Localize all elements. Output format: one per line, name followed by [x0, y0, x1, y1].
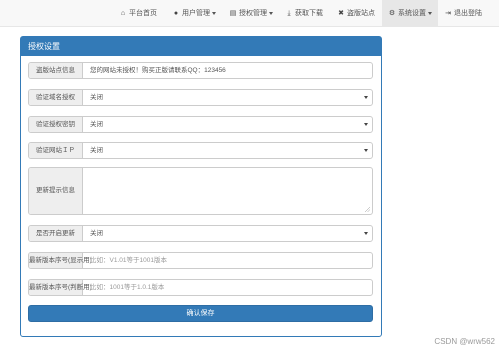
auth-key-group: 验证授权密钥 关闭: [28, 116, 373, 133]
confirm-save-button[interactable]: 确认保存: [28, 305, 373, 322]
gear-icon: ⚙: [388, 10, 396, 17]
nav-piracy-label: 盗版站点: [347, 10, 375, 17]
top-navbar: ⌂ 平台首页 ● 用户管理 ▤ 授权管理 ⤓ 获取下载 ✖ 盗版站点 ⚙ 系统设置 ⇥ 退出登…: [0, 0, 499, 27]
panel-title: 授权设置: [21, 37, 381, 56]
chevron-down-icon: [428, 11, 432, 15]
resize-handle-icon[interactable]: [365, 207, 370, 212]
version-check-input[interactable]: 比如：1001等于1.0.1版本: [83, 280, 372, 295]
nav-settings-label: 系统设置: [398, 10, 426, 17]
nav-license-label: 授权管理: [239, 10, 267, 17]
domain-auth-select[interactable]: 关闭: [83, 90, 372, 105]
chevron-down-icon: [364, 232, 368, 235]
nav-home[interactable]: ⌂ 平台首页: [119, 0, 165, 27]
nav-home-label: 平台首页: [129, 10, 157, 17]
site-ip-select[interactable]: 关闭: [83, 143, 372, 158]
chevron-down-icon: [364, 123, 368, 126]
piracy-info-group: 盗版站点信息 您的网站未授权！购买正版请联系QQ：123456: [28, 62, 373, 79]
version-display-label: 最新版本序号(显示用): [29, 253, 92, 268]
domain-auth-label: 验证域名授权: [29, 90, 83, 105]
chevron-down-icon: [364, 96, 368, 99]
nav-download[interactable]: ⤓ 获取下载: [285, 0, 329, 27]
nav-logout[interactable]: ⇥ 退出登陆: [444, 0, 496, 27]
nav-logout-label: 退出登陆: [454, 10, 482, 17]
logout-icon: ⇥: [445, 10, 451, 17]
site-ip-label: 验证网站ＩＰ: [29, 143, 83, 158]
watermark: CSDN @wrw562: [434, 337, 495, 346]
nav-download-label: 获取下载: [295, 10, 323, 17]
nav-user-label: 用户管理: [182, 10, 210, 17]
site-ip-group: 验证网站ＩＰ 关闭: [28, 142, 373, 159]
list-icon: ▤: [229, 10, 237, 17]
piracy-info-label: 盗版站点信息: [29, 63, 83, 78]
home-icon: ⌂: [120, 10, 126, 17]
auth-key-label: 验证授权密钥: [29, 117, 83, 132]
close-icon: ✖: [338, 10, 344, 17]
chevron-down-icon: [269, 11, 273, 15]
nav-system-settings[interactable]: ⚙ 系统设置: [382, 0, 438, 27]
auth-key-select[interactable]: 关闭: [83, 117, 372, 132]
version-display-group: 最新版本序号(显示用) 比如：V1.01等于1001版本: [28, 252, 373, 269]
nav-license-management[interactable]: ▤ 授权管理: [229, 0, 279, 27]
nav-piracy-sites[interactable]: ✖ 盗版站点: [337, 0, 379, 27]
piracy-info-input[interactable]: 您的网站未授权！购买正版请联系QQ：123456: [83, 63, 372, 78]
version-check-group: 最新版本序号(判断用) 比如：1001等于1.0.1版本: [28, 279, 373, 296]
update-message-group: 更新提示信息: [28, 167, 373, 215]
version-display-input[interactable]: 比如：V1.01等于1001版本: [83, 253, 372, 268]
enable-update-select[interactable]: 关闭: [83, 226, 372, 241]
nav-user-management[interactable]: ● 用户管理: [172, 0, 222, 27]
enable-update-label: 是否开启更新: [29, 226, 83, 241]
version-check-label: 最新版本序号(判断用): [29, 280, 92, 295]
download-icon: ⤓: [287, 10, 291, 17]
domain-auth-group: 验证域名授权 关闭: [28, 89, 373, 106]
update-message-label: 更新提示信息: [29, 168, 83, 214]
enable-update-group: 是否开启更新 关闭: [28, 225, 373, 242]
user-icon: ●: [173, 10, 179, 17]
chevron-down-icon: [212, 11, 216, 15]
chevron-down-icon: [364, 149, 368, 152]
update-message-textarea[interactable]: [83, 168, 372, 214]
